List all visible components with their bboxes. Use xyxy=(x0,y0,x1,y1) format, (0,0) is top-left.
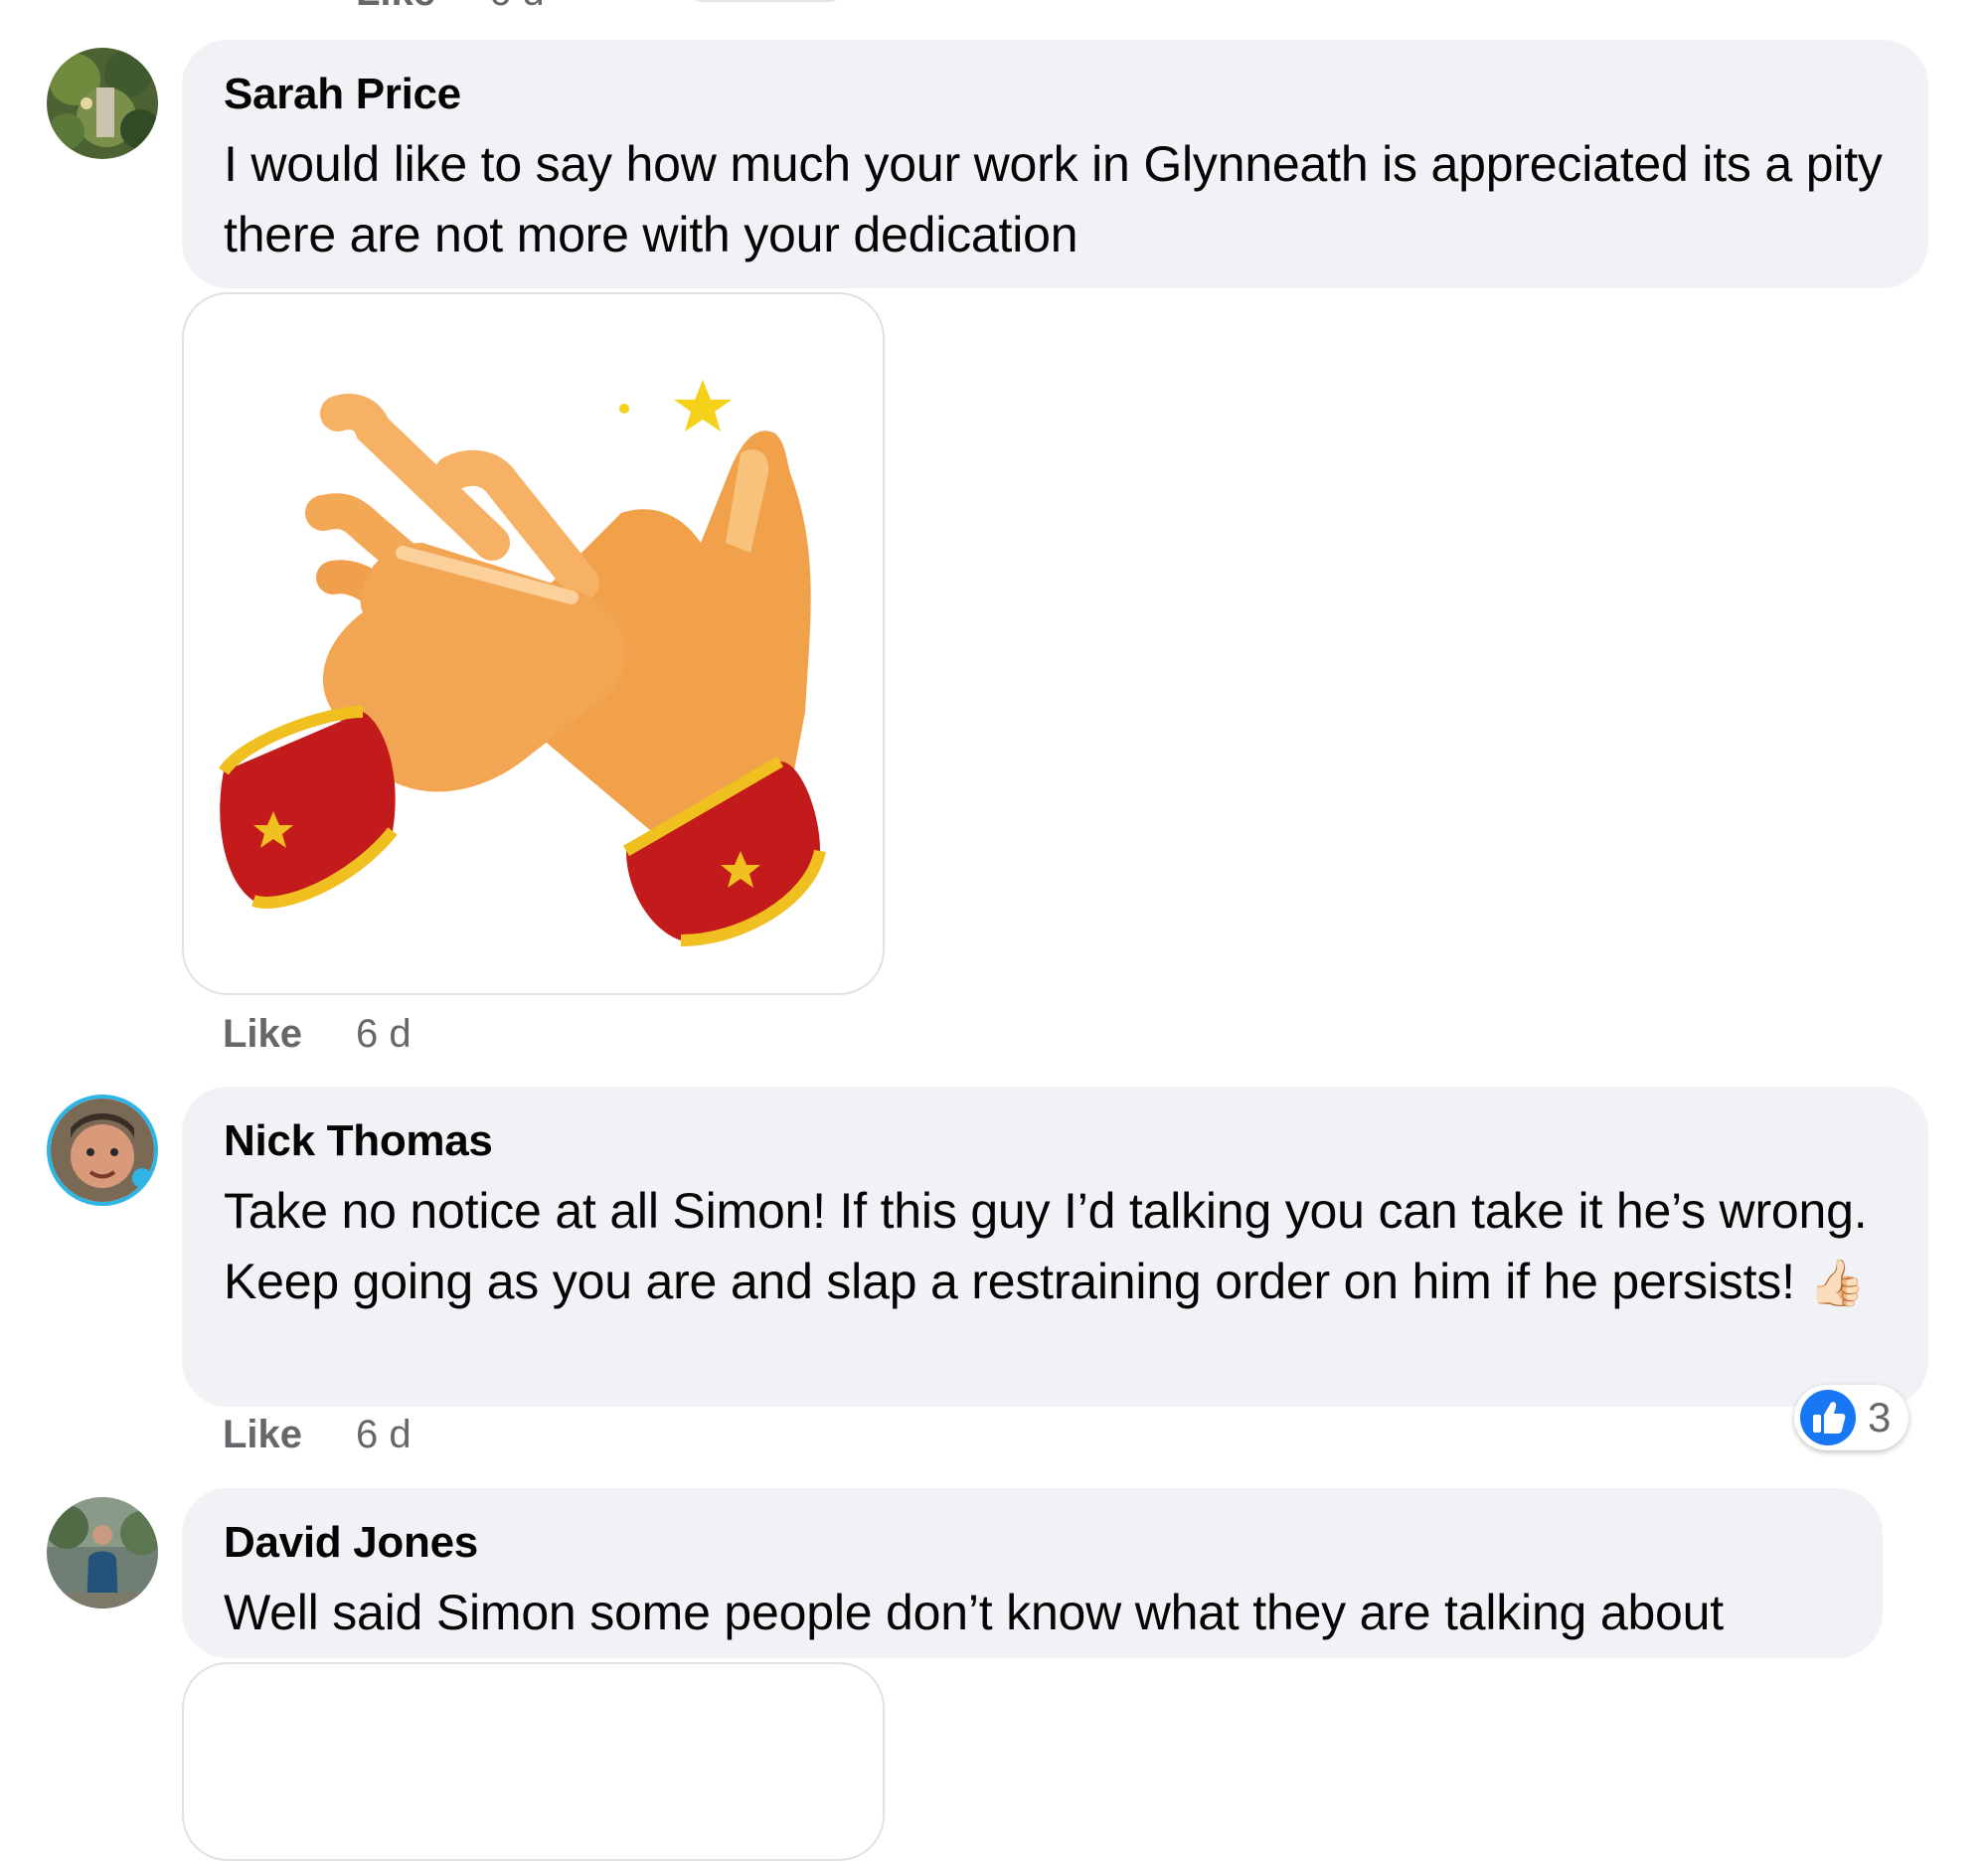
comment-time[interactable]: 6 d xyxy=(356,1012,412,1056)
avatar[interactable] xyxy=(47,1497,158,1608)
comment-actions: Like 6 d xyxy=(223,1012,412,1057)
avatar-image xyxy=(47,1497,158,1608)
comment-author[interactable]: David Jones xyxy=(224,1518,478,1568)
avatar-image xyxy=(51,1099,154,1202)
sticker-edge xyxy=(686,0,845,2)
comment-bubble: David Jones Well said Simon some people … xyxy=(182,1488,1883,1658)
like-link[interactable]: Like xyxy=(223,1012,302,1056)
comment-bubble: Sarah Price I would like to say how much… xyxy=(182,40,1928,288)
comment-bubble: Nick Thomas Take no notice at all Simon!… xyxy=(182,1087,1928,1407)
comment-time[interactable]: 6 d xyxy=(356,1413,412,1456)
reaction-count-value: 3 xyxy=(1868,1394,1892,1440)
clapping-hands-icon xyxy=(219,380,826,946)
comment-text: Well said Simon some people don’t know w… xyxy=(224,1585,1724,1640)
comment-text: Take no notice at all Simon! If this guy… xyxy=(224,1176,1913,1318)
clapping-hands-sticker[interactable] xyxy=(182,292,885,995)
comment-author[interactable]: Sarah Price xyxy=(224,70,461,119)
reaction-count[interactable]: 3 xyxy=(1794,1385,1909,1450)
comment-text: I would like to say how much your work i… xyxy=(224,136,1883,262)
like-link[interactable]: Like xyxy=(223,1413,302,1456)
previous-comment-actions: Like 6 d xyxy=(356,0,545,15)
comment-actions: Like 6 d xyxy=(223,1413,412,1457)
comment-text-body: Take no notice at all Simon! If this guy… xyxy=(224,1183,1868,1309)
like-link[interactable]: Like xyxy=(356,0,435,14)
comment-author[interactable]: Nick Thomas xyxy=(224,1116,493,1166)
thumbs-up-emoji: 👍🏻 xyxy=(1808,1257,1866,1308)
like-reaction-icon xyxy=(1800,1390,1856,1445)
comment-time[interactable]: 6 d xyxy=(489,0,545,14)
avatar-image xyxy=(47,48,158,159)
avatar[interactable] xyxy=(47,1095,158,1206)
avatar[interactable] xyxy=(47,48,158,159)
sticker-partial[interactable] xyxy=(182,1662,885,1861)
